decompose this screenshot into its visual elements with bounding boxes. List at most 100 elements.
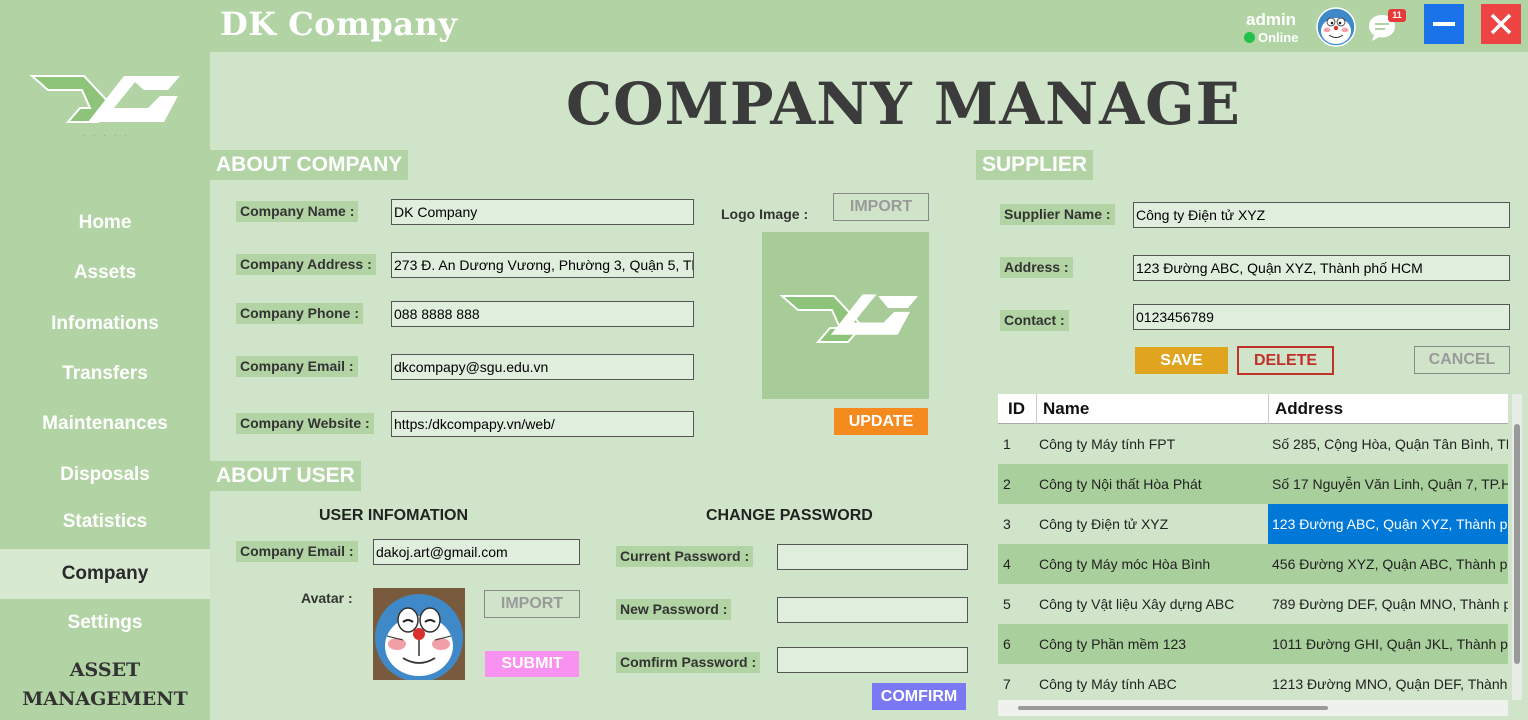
new-password-input[interactable]	[777, 597, 968, 623]
sidebar: · · · · · Home Assets Infomations Transf…	[0, 52, 210, 720]
cell-address: 456 Đường XYZ, Quận ABC, Thành ph	[1272, 556, 1508, 572]
delete-button[interactable]: DELETE	[1237, 346, 1334, 375]
company-phone-field[interactable]: 088 8888 888	[391, 301, 694, 327]
cell-id: 2	[1003, 476, 1011, 492]
cell-id: 6	[1003, 636, 1011, 652]
sidebar-item-home[interactable]: Home	[0, 200, 210, 246]
cell-name: Công ty Điện tử XYZ	[1039, 516, 1169, 532]
company-address-label: Company Address :	[236, 254, 376, 275]
supplier-address-field[interactable]: 123 Đường ABC, Quận XYZ, Thành phố HCM	[1133, 255, 1510, 281]
cell-address: Số 17 Nguyễn Văn Linh, Quận 7, TP.H	[1272, 476, 1508, 492]
current-password-label: Current Password :	[616, 546, 754, 567]
company-name-field[interactable]: DK Company	[391, 199, 694, 225]
table-horizontal-scrollbar[interactable]	[998, 700, 1508, 716]
sidebar-footer-line1: ASSET	[69, 659, 141, 681]
cell-id: 5	[1003, 596, 1011, 612]
cell-name: Công ty Vật liệu Xây dựng ABC	[1039, 596, 1235, 612]
column-header-address[interactable]: Address	[1268, 394, 1508, 424]
about-company-heading: ABOUT COMPANY	[210, 150, 409, 180]
supplier-name-field[interactable]: Công ty Điện tử XYZ	[1133, 202, 1510, 228]
table-row[interactable]: 6 Công ty Phần mềm 123 1011 Đường GHI, Q…	[998, 624, 1508, 664]
minimize-icon	[1433, 22, 1455, 26]
cell-address: Số 285, Cộng Hòa, Quận Tân Bình, TP.	[1272, 436, 1508, 452]
table-header: ID Name Address	[998, 394, 1508, 424]
cell-name: Công ty Máy tính ABC	[1039, 676, 1177, 692]
column-header-name[interactable]: Name	[1036, 394, 1268, 424]
user-email-label: Company Email :	[236, 541, 358, 562]
save-button[interactable]: SAVE	[1135, 347, 1228, 374]
logo-import-button[interactable]: IMPORT	[833, 193, 929, 221]
admin-name[interactable]: admin	[1246, 10, 1296, 30]
sidebar-item-company[interactable]: Company	[0, 549, 210, 599]
avatar-icon[interactable]	[1316, 7, 1356, 47]
dk-logo-icon: · · · · ·	[29, 75, 180, 140]
close-icon	[1490, 13, 1512, 35]
horizontal-scroll-thumb[interactable]	[1018, 706, 1328, 710]
confirm-password-input[interactable]	[777, 647, 968, 673]
submit-button[interactable]: SUBMIT	[485, 651, 579, 677]
supplier-table[interactable]: ID Name Address 1 Công ty Máy tính FPT S…	[998, 394, 1508, 700]
cell-address: 1011 Đường GHI, Quận JKL, Thành ph	[1272, 636, 1508, 652]
page-title: COMPANY MANAGE	[566, 70, 1241, 138]
sidebar-item-transfers[interactable]: Transfers	[0, 351, 210, 397]
table-row[interactable]: 5 Công ty Vật liệu Xây dựng ABC 789 Đườn…	[998, 584, 1508, 624]
cell-address: 1213 Đường MNO, Quận DEF, Thành ph	[1272, 676, 1508, 692]
confirm-button[interactable]: COMFIRM	[872, 683, 966, 710]
user-avatar[interactable]	[373, 588, 465, 680]
notification-badge: 11	[1388, 9, 1406, 22]
sidebar-item-settings[interactable]: Settings	[0, 600, 210, 646]
title-bar: DK Company admin Online 11	[0, 0, 1528, 52]
table-row[interactable]: 1 Công ty Máy tính FPT Số 285, Cộng Hòa,…	[998, 424, 1508, 464]
supplier-contact-field[interactable]: 0123456789	[1133, 304, 1510, 330]
company-address-field[interactable]: 273 Đ. An Dương Vương, Phường 3, Quận 5,…	[391, 252, 694, 278]
update-button[interactable]: UPDATE	[834, 408, 928, 435]
vertical-scroll-thumb[interactable]	[1514, 424, 1520, 664]
sidebar-item-maintenances[interactable]: Maintenances	[0, 401, 210, 447]
cell-name: Công ty Máy móc Hòa Bình	[1039, 556, 1211, 572]
company-website-field[interactable]: https:/dkcompapy.vn/web/	[391, 411, 694, 437]
company-email-field[interactable]: dkcompapy@sgu.edu.vn	[391, 354, 694, 380]
supplier-contact-label: Contact :	[1000, 310, 1069, 331]
table-row-selected[interactable]: 3 Công ty Điện tử XYZ 123 Đường ABC, Quậ…	[998, 504, 1508, 544]
cancel-button[interactable]: CANCEL	[1414, 346, 1510, 374]
cell-id: 7	[1003, 676, 1011, 692]
current-password-input[interactable]	[777, 544, 968, 570]
sidebar-footer-line2: MANAGEMENT	[22, 688, 188, 710]
app-title: DK Company	[220, 5, 458, 43]
user-email-field[interactable]: dakoj.art@gmail.com	[373, 539, 580, 565]
supplier-address-label: Address :	[1000, 257, 1073, 278]
sidebar-item-infomations[interactable]: Infomations	[0, 301, 210, 347]
minimize-button[interactable]	[1424, 4, 1464, 44]
cell-address: 789 Đường DEF, Quận MNO, Thành ph	[1272, 596, 1508, 612]
avatar-icon	[373, 588, 465, 680]
confirm-password-label: Comfirm Password :	[616, 652, 761, 673]
sidebar-item-assets[interactable]: Assets	[0, 250, 210, 296]
company-website-label: Company Website :	[236, 413, 374, 434]
cell-id: 1	[1003, 436, 1011, 452]
close-button[interactable]	[1481, 4, 1521, 44]
company-email-label: Company Email :	[236, 356, 358, 377]
sidebar-item-disposals[interactable]: Disposals	[0, 452, 210, 498]
table-row[interactable]: 7 Công ty Máy tính ABC 1213 Đường MNO, Q…	[998, 664, 1508, 700]
supplier-name-label: Supplier Name :	[1000, 204, 1115, 225]
avatar-import-button[interactable]: IMPORT	[484, 590, 580, 618]
about-user-heading: ABOUT USER	[210, 461, 361, 491]
user-information-heading: USER INFOMATION	[319, 507, 469, 524]
company-logo-image[interactable]	[762, 232, 929, 399]
change-password-heading: CHANGE PASSWORD	[706, 507, 873, 524]
cell-id: 4	[1003, 556, 1011, 572]
table-vertical-scrollbar[interactable]	[1512, 394, 1522, 700]
cell-id: 3	[1003, 516, 1011, 532]
column-header-id[interactable]: ID	[1002, 394, 1036, 424]
svg-text:· · · · ·: · · · · ·	[82, 132, 129, 140]
new-password-label: New Password :	[616, 599, 732, 620]
cell-name: Công ty Phần mềm 123	[1039, 636, 1187, 652]
company-phone-label: Company Phone :	[236, 303, 364, 324]
online-dot-icon	[1244, 32, 1255, 43]
online-status: Online	[1244, 30, 1298, 45]
cell-name: Công ty Máy tính FPT	[1039, 436, 1176, 452]
sidebar-item-statistics[interactable]: Statistics	[0, 499, 210, 545]
table-row[interactable]: 2 Công ty Nội thất Hòa Phát Số 17 Nguyễn…	[998, 464, 1508, 504]
table-row[interactable]: 4 Công ty Máy móc Hòa Bình 456 Đường XYZ…	[998, 544, 1508, 584]
avatar-label: Avatar :	[301, 590, 353, 606]
